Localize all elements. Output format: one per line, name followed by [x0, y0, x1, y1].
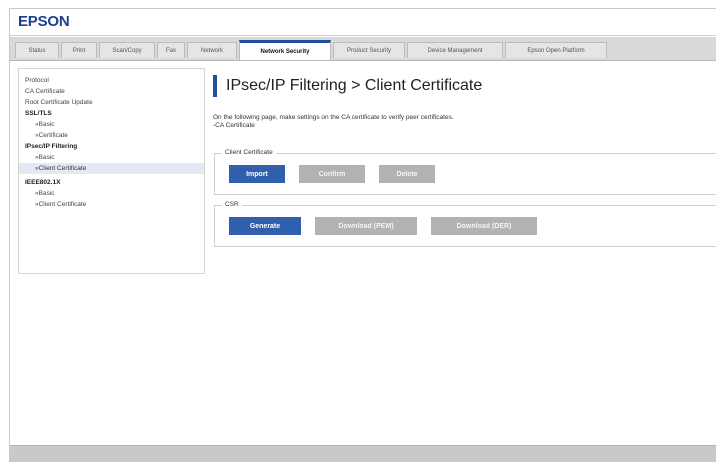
delete-button[interactable]: Delete — [379, 165, 435, 183]
client-certificate-group: Client Certificate Import Confirm Delete — [214, 149, 716, 195]
tab-print[interactable]: Print — [61, 42, 97, 58]
browser-page: EPSON Status Print Scan/Copy Fax Network… — [9, 8, 716, 462]
tab-epson-open-platform[interactable]: Epson Open Platform — [505, 42, 607, 58]
sidebar-heading-ipsec-ip-filtering: IPsec/IP Filtering — [25, 143, 78, 150]
client-certificate-legend: Client Certificate — [222, 149, 276, 156]
sidebar-item-ieee-client-certificate[interactable]: »Client Certificate — [19, 199, 204, 210]
sidebar-item-ipsec-client-certificate[interactable]: »Client Certificate — [19, 163, 204, 174]
import-button[interactable]: Import — [229, 165, 285, 183]
bottom-status-bar — [10, 445, 716, 462]
confirm-button[interactable]: Confirm — [299, 165, 365, 183]
main-content: IPsec/IP Filtering > Client Certificate … — [213, 68, 716, 268]
epson-logo: EPSON — [18, 13, 70, 30]
brand-header: EPSON — [10, 9, 716, 36]
tab-fax[interactable]: Fax — [157, 42, 185, 58]
tab-network-security[interactable]: Network Security — [239, 40, 331, 60]
generate-button[interactable]: Generate — [229, 217, 301, 235]
sidebar-item-ssl-certificate[interactable]: »Certificate — [19, 130, 204, 141]
sidebar-item-protocol[interactable]: Protocol — [19, 75, 204, 86]
tab-device-management[interactable]: Device Management — [407, 42, 503, 58]
description-line: On the following page, make settings on … — [213, 114, 454, 121]
page-title-row: IPsec/IP Filtering > Client Certificate — [213, 74, 482, 98]
sidebar-item-ipsec-basic[interactable]: »Basic — [19, 152, 204, 163]
tab-status[interactable]: Status — [15, 42, 59, 58]
main-tab-bar: Status Print Scan/Copy Fax Network Netwo… — [10, 37, 716, 61]
sidebar-menu: Protocol CA Certificate Root Certificate… — [18, 68, 205, 274]
tab-product-security[interactable]: Product Security — [333, 42, 405, 58]
sidebar-item-ca-certificate[interactable]: CA Certificate — [19, 86, 204, 97]
description-sub-line: -CA Certificate — [213, 122, 255, 129]
sidebar-heading-ssl-tls: SSL/TLS — [25, 110, 52, 117]
sidebar-heading-ieee8021x: IEEE802.1X — [25, 179, 61, 186]
download-der-button[interactable]: Download (DER) — [431, 217, 537, 235]
title-accent-bar — [213, 75, 217, 97]
sidebar-item-root-certificate-update[interactable]: Root Certificate Update — [19, 97, 204, 108]
sidebar-item-ssl-basic[interactable]: »Basic — [19, 119, 204, 130]
tab-scan-copy[interactable]: Scan/Copy — [99, 42, 155, 58]
csr-group: CSR Generate Download (PEM) Download (DE… — [214, 201, 716, 247]
csr-legend: CSR — [222, 201, 242, 208]
tab-network[interactable]: Network — [187, 42, 237, 58]
page-title: IPsec/IP Filtering > Client Certificate — [226, 77, 483, 94]
sidebar-item-ieee-basic[interactable]: »Basic — [19, 188, 204, 199]
page-description: On the following page, make settings on … — [213, 114, 454, 130]
download-pem-button[interactable]: Download (PEM) — [315, 217, 417, 235]
